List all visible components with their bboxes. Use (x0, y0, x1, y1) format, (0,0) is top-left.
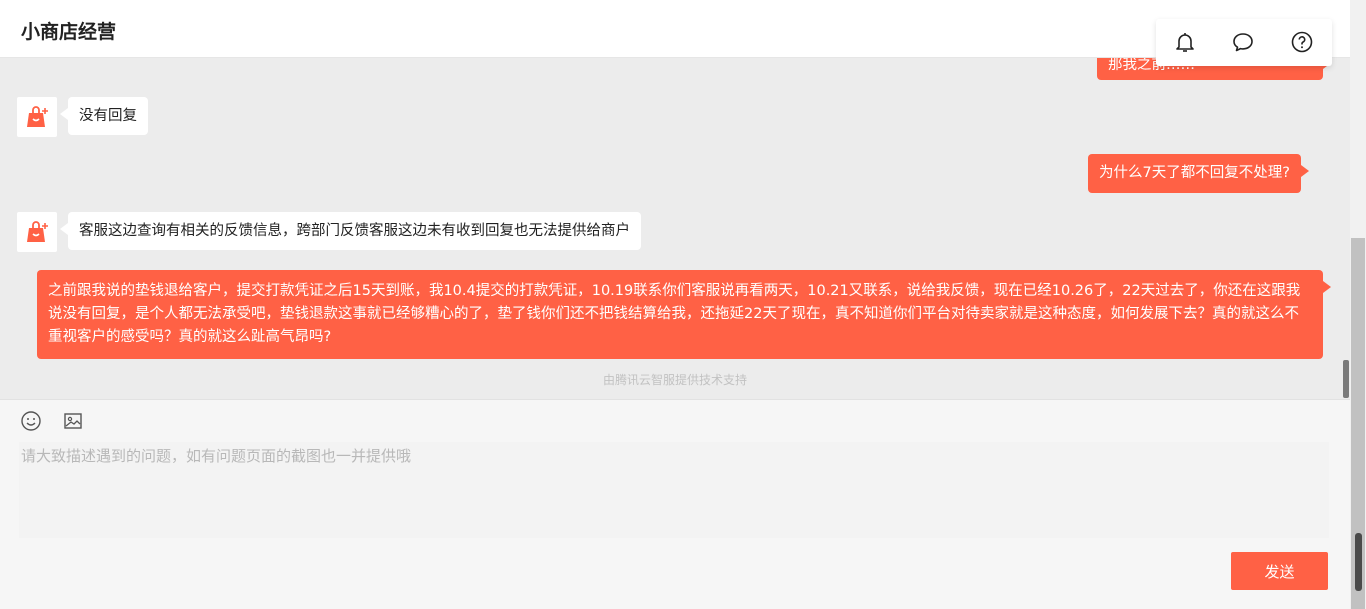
send-button[interactable]: 发送 (1231, 552, 1328, 590)
message-text: 没有回复 (79, 108, 137, 124)
user-message: 之前跟我说的垫钱退给客户，提交打款凭证之后15天到账，我10.4提交的打款凭证，… (37, 270, 1331, 359)
chat-bubble-icon[interactable] (1231, 30, 1255, 54)
message-text: 为什么7天了都不回复不处理? (1099, 165, 1290, 181)
bot-message: 客服这边查询有相关的反馈信息，跨部门反馈客服这边未有收到回复也无法提供给商户 (60, 212, 641, 250)
bot-avatar (17, 212, 57, 252)
bot-message: 没有回复 (60, 97, 148, 135)
chat-scrollbar-thumb[interactable] (1343, 360, 1349, 398)
shopping-bag-icon (27, 106, 48, 127)
app-title: 小商店经营 (21, 21, 117, 43)
top-icons-bar (1156, 19, 1332, 66)
chat-messages[interactable]: 那我之前…… 没有回复 为什么7天了都不回复不处理? 客服这边查询有相关的反馈信… (0, 58, 1350, 399)
input-panel: 发送 (0, 399, 1350, 609)
message-text: 客服这边查询有相关的反馈信息，跨部门反馈客服这边未有收到回复也无法提供给商户 (79, 223, 630, 239)
bot-avatar (17, 97, 57, 137)
app-header: 小商店经营 (0, 0, 1350, 58)
help-icon[interactable] (1290, 30, 1314, 54)
user-message: 为什么7天了都不回复不处理? (1088, 154, 1309, 193)
emoji-icon[interactable] (20, 410, 42, 432)
powered-by: 由腾讯云智服提供技术支持 (602, 373, 747, 387)
message-text: 之前跟我说的垫钱退给客户，提交打款凭证之后15天到账，我10.4提交的打款凭证，… (48, 283, 1301, 345)
image-upload-icon[interactable] (62, 410, 84, 432)
shopping-bag-icon (27, 221, 48, 242)
message-input[interactable] (19, 442, 1329, 538)
bell-icon[interactable] (1173, 30, 1197, 54)
page-scrollbar-indicator[interactable] (1355, 533, 1362, 591)
